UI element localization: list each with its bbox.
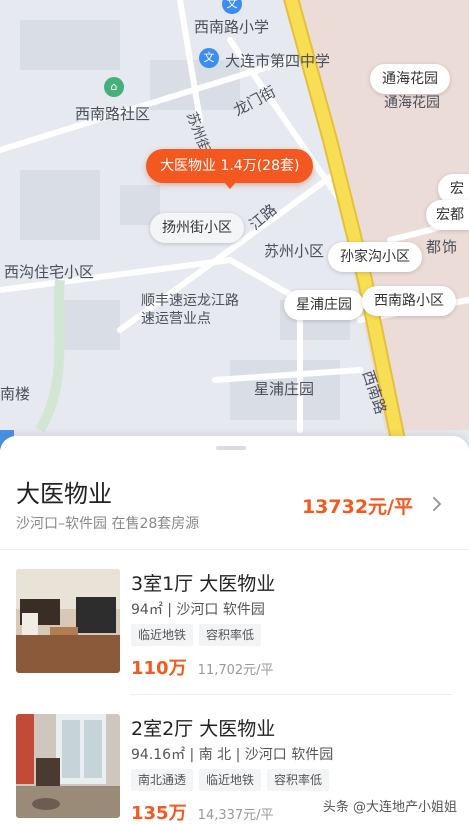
listing-unit-price: 14,337元/平 <box>197 808 274 823</box>
estate-panel: 大医物业 沙河口–软件园 在售28套房源 13732元/平 3室1厅 大医物业 … <box>0 436 469 825</box>
map-label: 饰 <box>442 238 458 256</box>
drag-handle[interactable] <box>216 446 246 450</box>
listing-price: 110万 11,702元/平 <box>131 654 274 680</box>
listing-tags: 南北通透 临近地铁 容积率低 <box>131 769 330 791</box>
listing-tags: 临近地铁 容积率低 <box>131 624 262 646</box>
listing-desc: 94.16㎡ | 南 北 | 沙河口 软件园 <box>131 747 334 763</box>
estate-bubble-xinan[interactable]: 西南路小区 <box>362 286 456 316</box>
estate-avg-price[interactable]: 13732元/平 <box>302 492 413 519</box>
map-label: 南楼 <box>0 385 31 403</box>
listing-title: 3室1厅 大医物业 <box>131 573 276 595</box>
map-label: 都 <box>426 238 442 256</box>
estate-bubble-sunjiagou[interactable]: 孙家沟小区 <box>328 242 422 272</box>
listing-photo <box>16 714 120 818</box>
divider <box>130 694 453 695</box>
estate-bubble-yangzhou[interactable]: 扬州街小区 <box>150 213 244 243</box>
listing-tag: 容积率低 <box>267 769 330 791</box>
watermark: 头条 @大连地产小姐姐 <box>322 800 457 815</box>
listing-desc: 94㎡ | 沙河口 软件园 <box>131 602 265 618</box>
estate-subtitle: 沙河口–软件园 在售28套房源 <box>16 516 200 532</box>
estate-bubble-tonghai[interactable]: 通海花园 <box>370 64 450 94</box>
listing-tag: 南北通透 <box>131 769 194 791</box>
listing-card[interactable]: 3室1厅 大医物业 94㎡ | 沙河口 软件园 临近地铁 容积率低 110万 1… <box>16 569 453 681</box>
map-label: 西南路社区 <box>75 105 151 123</box>
school-pin-icon[interactable]: 文 <box>199 48 219 68</box>
map-label: 顺丰速运龙江路速运营业点 <box>141 293 239 327</box>
map-label: 苏州小区 <box>264 242 325 260</box>
listing-photo <box>16 569 120 673</box>
listing-tag: 临近地铁 <box>199 769 262 791</box>
estate-bubble-hongdu[interactable]: 宏都 <box>426 200 469 230</box>
divider <box>0 549 469 550</box>
listing-total-price: 110万 <box>131 658 187 679</box>
map-label: 西沟住宅小区 <box>4 263 95 281</box>
map-label: 通海花园 <box>384 95 440 111</box>
estate-bubble-active[interactable]: 大医物业 1.4万(28套) <box>146 149 314 189</box>
estate-name: 大医物业 <box>16 480 112 508</box>
map-label: 西南路小学 <box>194 18 270 36</box>
listing-tag: 临近地铁 <box>131 624 194 646</box>
listing-price: 135万 14,337元/平 <box>131 799 274 825</box>
estate-bubble-xingpu[interactable]: 星浦庄园 <box>284 290 364 320</box>
listing-unit-price: 11,702元/平 <box>197 663 274 678</box>
listing-tag: 容积率低 <box>199 624 262 646</box>
chevron-right-icon[interactable] <box>427 494 447 514</box>
map-label: 大连市第四中学 <box>225 52 331 70</box>
community-pin-icon[interactable]: ⌂ <box>104 77 124 97</box>
listing-total-price: 135万 <box>131 803 187 824</box>
map-view[interactable]: 文 文 ⌂ 西南路小学 大连市第四中学 西南路社区 龙门街 苏州街 通海花园 西… <box>0 0 469 450</box>
map-label: 星浦庄园 <box>254 380 315 398</box>
listing-title: 2室2厅 大医物业 <box>131 718 276 740</box>
